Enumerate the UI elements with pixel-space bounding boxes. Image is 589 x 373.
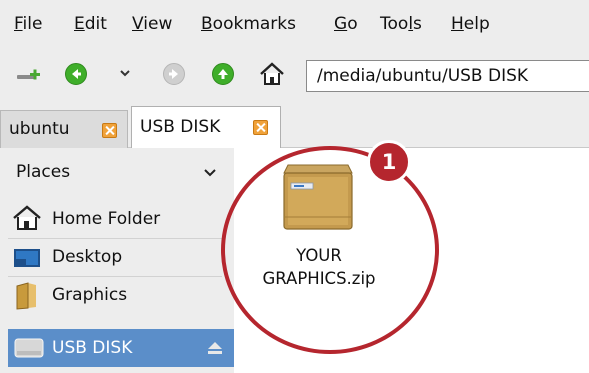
menu-file-mnemonic: F: [14, 14, 23, 34]
menu-file[interactable]: File: [14, 14, 42, 34]
step-badge: 1: [367, 140, 411, 184]
history-dropdown-icon[interactable]: [118, 66, 132, 84]
menu-help-mnemonic: H: [451, 14, 464, 34]
close-icon[interactable]: [102, 123, 117, 138]
sidebar-item-graphics[interactable]: Graphics: [8, 276, 222, 314]
sidebar-item-usb-disk[interactable]: USB DISK: [8, 329, 234, 367]
drive-icon: [14, 337, 44, 364]
menu-tools-label: s: [413, 14, 422, 34]
sidebar-item-label: Graphics: [52, 285, 128, 305]
new-tab-icon[interactable]: [16, 64, 42, 90]
places-header[interactable]: Places: [16, 162, 70, 182]
back-icon[interactable]: [65, 63, 87, 85]
menu-edit-label: dit: [84, 14, 107, 34]
up-icon[interactable]: [212, 63, 234, 85]
menu-view-label: iew: [143, 14, 173, 34]
menu-file-label: ile: [22, 14, 43, 34]
sidebar: Places Home Folder Desktop Graphics USB …: [0, 148, 234, 373]
close-icon[interactable]: [253, 120, 268, 135]
home-icon[interactable]: [258, 61, 286, 91]
chevron-down-icon[interactable]: [203, 164, 217, 183]
address-field[interactable]: /media/ubuntu/USB DISK: [306, 60, 589, 92]
menu-edit[interactable]: Edit: [74, 14, 107, 34]
menu-tools-prefix: Too: [380, 14, 409, 34]
eject-icon[interactable]: [206, 340, 224, 361]
tab-usb-disk[interactable]: USB DISK: [131, 106, 281, 148]
menu-go[interactable]: Go: [334, 14, 358, 34]
menubar: File Edit View Bookmarks Go Tools Help: [0, 0, 589, 50]
tab-ubuntu-label: ubuntu: [9, 119, 70, 139]
menu-tools[interactable]: Tools: [380, 14, 422, 34]
folder-icon: [14, 282, 40, 315]
sidebar-item-label: Desktop: [52, 247, 123, 267]
menu-view[interactable]: View: [132, 14, 172, 34]
sidebar-item-desktop[interactable]: Desktop: [8, 238, 222, 276]
forward-icon[interactable]: [163, 63, 185, 85]
menu-bookmarks-label: ookmarks: [212, 14, 296, 34]
menu-bookmarks[interactable]: Bookmarks: [201, 14, 296, 34]
home-icon: [12, 205, 42, 236]
sidebar-item-label: USB DISK: [52, 338, 133, 358]
desktop-icon: [13, 247, 41, 274]
tab-ubuntu[interactable]: ubuntu: [0, 110, 128, 148]
menu-bookmarks-mnemonic: B: [201, 14, 213, 34]
menu-go-mnemonic: G: [334, 14, 348, 34]
sidebar-item-home-folder[interactable]: Home Folder: [8, 200, 222, 238]
menu-help-label: elp: [463, 14, 490, 34]
menu-go-label: o: [347, 14, 358, 34]
menu-edit-mnemonic: E: [74, 14, 85, 34]
highlight-ring: [221, 146, 439, 354]
sidebar-item-label: Home Folder: [52, 209, 161, 229]
menu-help[interactable]: Help: [451, 14, 490, 34]
menu-view-mnemonic: V: [132, 14, 144, 34]
tab-usb-disk-label: USB DISK: [140, 117, 221, 137]
tab-bar: ubuntu USB DISK: [0, 100, 589, 148]
